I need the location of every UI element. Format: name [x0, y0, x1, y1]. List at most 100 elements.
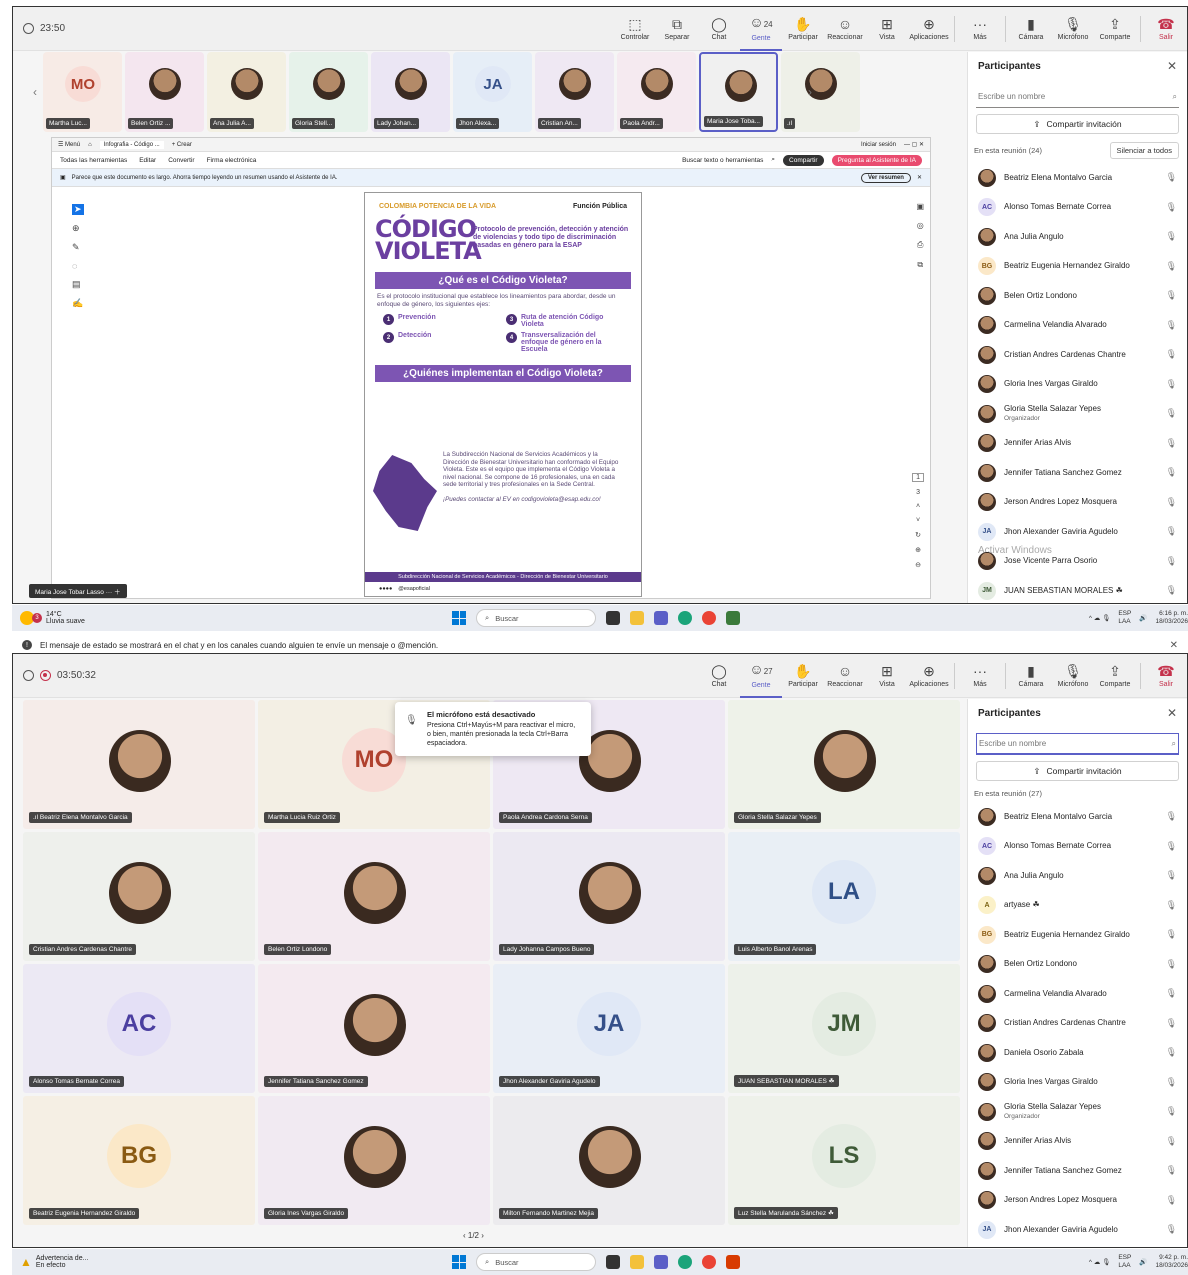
share-pdf-button[interactable]: Compartir	[783, 154, 824, 166]
prev-arrow-icon[interactable]: ‹	[33, 85, 37, 99]
participant-row[interactable]: Belen Ortiz Londono 🎙	[968, 281, 1187, 311]
speaker-icon[interactable]: 🔊	[1139, 1258, 1147, 1266]
create-tab-button[interactable]: + Crear	[172, 142, 192, 148]
micrófono-button[interactable]: 🎙 Micrófono	[1052, 664, 1094, 688]
pdf-menu-button[interactable]: ☰ Menú	[58, 141, 80, 148]
weather-widget[interactable]: 3 14°C Lluvia suave	[20, 611, 220, 625]
mic-off-icon[interactable]: 🎙	[1166, 959, 1177, 970]
mic-off-icon[interactable]: 🎙	[1166, 231, 1177, 242]
mic-off-icon[interactable]: 🎙	[1166, 1106, 1177, 1117]
mic-off-icon[interactable]: 🎙	[1166, 585, 1177, 596]
cámara-button[interactable]: ▮ Cámara	[1010, 664, 1052, 688]
taskview-icon[interactable]	[606, 1255, 620, 1269]
participant-row[interactable]: JA Jhon Alexander Gaviria Agudelo 🎙	[968, 1215, 1187, 1245]
participant-row[interactable]: Ana Julia Angulo 🎙	[968, 861, 1187, 891]
participar-button[interactable]: ✋ Participar	[782, 664, 824, 688]
edge-icon[interactable]	[678, 611, 692, 625]
windows-icon[interactable]	[452, 1255, 466, 1269]
participant-row[interactable]: JM JUAN SEBASTIAN MORALES ☘ 🎙	[968, 576, 1187, 606]
text-icon[interactable]: ▤	[72, 279, 84, 290]
participant-row[interactable]: Aartyase ☘ 🎙	[968, 891, 1187, 921]
chrome-icon[interactable]	[702, 1255, 716, 1269]
participant-row[interactable]: Gloria Stella Salazar Yepes Organizador 🎙	[968, 1097, 1187, 1127]
participant-tile[interactable]: Ana Julia A...	[207, 52, 286, 132]
mic-off-icon[interactable]: 🎙	[1166, 202, 1177, 213]
mic-off-icon[interactable]: 🎙	[1166, 320, 1177, 331]
salir-button[interactable]: ☎ Salir	[1145, 17, 1187, 41]
participant-tile[interactable]: Lady Johan...	[371, 52, 450, 132]
tray-icons[interactable]: ^ ☁ 🎙	[1089, 614, 1110, 622]
video-tile[interactable]: LS Luz Stella Marulanda Sánchez ☘	[728, 1096, 960, 1225]
mic-off-icon[interactable]: 🎙	[1166, 1018, 1177, 1029]
mic-off-icon[interactable]: 🎙	[1166, 900, 1177, 911]
mic-off-icon[interactable]: 🎙	[1166, 438, 1177, 449]
taskview-icon[interactable]	[606, 611, 620, 625]
search-input[interactable]: Escribe un nombre ⌕	[976, 733, 1179, 755]
chat-button[interactable]: ◯ Chat	[698, 17, 740, 41]
speaker-icon[interactable]: 🔊	[1139, 614, 1147, 622]
page-number[interactable]: 1	[912, 473, 924, 482]
mic-off-icon[interactable]: 🎙	[1166, 556, 1177, 567]
window-controls[interactable]: — ▢ ✕	[904, 141, 924, 148]
participant-row[interactable]: BG Beatriz Eugenia Hernandez Giraldo 🎙	[968, 920, 1187, 950]
close-icon[interactable]: ✕	[917, 174, 922, 181]
mic-off-icon[interactable]: 🎙	[1166, 1165, 1177, 1176]
mic-off-icon[interactable]: 🎙	[1166, 929, 1177, 940]
participant-row[interactable]: BG Beatriz Eugenia Hernandez Giraldo 🎙	[968, 252, 1187, 282]
más-button[interactable]: ··· Más	[959, 664, 1001, 688]
participant-row[interactable]: Gloria Stella Salazar Yepes Organizador 🎙	[968, 399, 1187, 429]
warning-widget[interactable]: ▲ Advertencia de... En efecto	[20, 1255, 220, 1269]
ai-icon[interactable]: ◎	[916, 221, 924, 230]
participant-row[interactable]: AC Alonso Tomas Bernate Correa 🎙	[968, 832, 1187, 862]
video-tile[interactable]: BG Beatriz Eugenia Hernandez Giraldo	[23, 1096, 255, 1225]
close-icon[interactable]: ✕	[1170, 640, 1178, 651]
clock[interactable]: 9:42 p. m. 18/03/2026	[1155, 1254, 1188, 1270]
participant-tile[interactable]: Paola Andr...	[617, 52, 696, 132]
search-icon[interactable]: ⌕	[771, 156, 775, 164]
video-tile[interactable]: JA Jhon Alexander Gaviria Agudelo	[493, 964, 725, 1093]
video-tile[interactable]: Gloria Ines Vargas Giraldo	[258, 1096, 490, 1225]
video-tile[interactable]: JM JUAN SEBASTIAN MORALES ☘	[728, 964, 960, 1093]
participant-row[interactable]: Daniela Osorio Zabala 🎙	[968, 1038, 1187, 1068]
home-icon[interactable]: ⌂	[88, 142, 92, 148]
lasso-icon[interactable]: ◌	[72, 261, 84, 271]
participant-row[interactable]: Jennifer Arias Alvis 🎙	[968, 1127, 1187, 1157]
mic-off-icon[interactable]: 🎙	[1166, 497, 1177, 508]
print-icon[interactable]: ⎙	[916, 240, 924, 250]
mic-off-icon[interactable]: 🎙	[1166, 1224, 1177, 1235]
controlar-button[interactable]: ⬚ Controlar	[614, 17, 656, 41]
menu-convert[interactable]: Convertir	[168, 157, 194, 164]
menu-edit[interactable]: Editar	[139, 157, 156, 164]
participant-row[interactable]: Jennifer Tatiana Sanchez Gomez 🎙	[968, 458, 1187, 488]
participant-tile[interactable]: Gloria Stell...	[289, 52, 368, 132]
micrófono-button[interactable]: 🎙 Micrófono	[1052, 17, 1094, 41]
comparte-button[interactable]: ⇪ Comparte	[1094, 17, 1136, 41]
participant-row[interactable]: Cristian Andres Cardenas Chantre 🎙	[968, 1009, 1187, 1039]
video-tile[interactable]: Belen Ortiz Londono	[258, 832, 490, 961]
participant-row[interactable]: Belen Ortiz Londono 🎙	[968, 950, 1187, 980]
search-input[interactable]: Escribe un nombre ⌕	[976, 86, 1179, 108]
participant-row[interactable]: Gloria Ines Vargas Giraldo 🎙	[968, 1068, 1187, 1098]
participar-button[interactable]: ✋ Participar	[782, 17, 824, 41]
mic-off-icon[interactable]: 🎙	[1166, 841, 1177, 852]
mic-off-icon[interactable]: 🎙	[1166, 1195, 1177, 1206]
zoom-icon[interactable]: ⊕	[72, 223, 84, 234]
salir-button[interactable]: ☎ Salir	[1145, 664, 1187, 688]
participant-row[interactable]: Gloria Ines Vargas Giraldo 🎙	[968, 370, 1187, 400]
más-button[interactable]: ··· Más	[959, 17, 1001, 41]
participant-tile[interactable]: Maria Jose Toba...	[699, 52, 778, 132]
comment-icon[interactable]: ▣	[916, 202, 924, 211]
participant-row[interactable]: Carmelina Velandia Alvarado 🎙	[968, 979, 1187, 1009]
signin-link[interactable]: Iniciar sesión	[861, 142, 896, 148]
mic-off-icon[interactable]: 🎙	[1166, 1077, 1177, 1088]
cursor-icon[interactable]: ➤	[72, 204, 84, 215]
separar-button[interactable]: ⧉ Separar	[656, 17, 698, 41]
pen-icon[interactable]: ✎	[72, 242, 84, 253]
mic-off-icon[interactable]: 🎙	[1166, 349, 1177, 360]
video-tile[interactable]: Milton Fernando Martinez Mejia	[493, 1096, 725, 1225]
zoom-in-icon[interactable]: ⊕	[912, 546, 924, 554]
participant-row[interactable]: Beatriz Elena Montalvo Garcia 🎙	[968, 163, 1187, 193]
video-tile[interactable]: AC Alonso Tomas Bernate Correa	[23, 964, 255, 1093]
participant-row[interactable]: Ana Julia Angulo 🎙	[968, 222, 1187, 252]
close-icon[interactable]: ✕	[1167, 706, 1177, 720]
